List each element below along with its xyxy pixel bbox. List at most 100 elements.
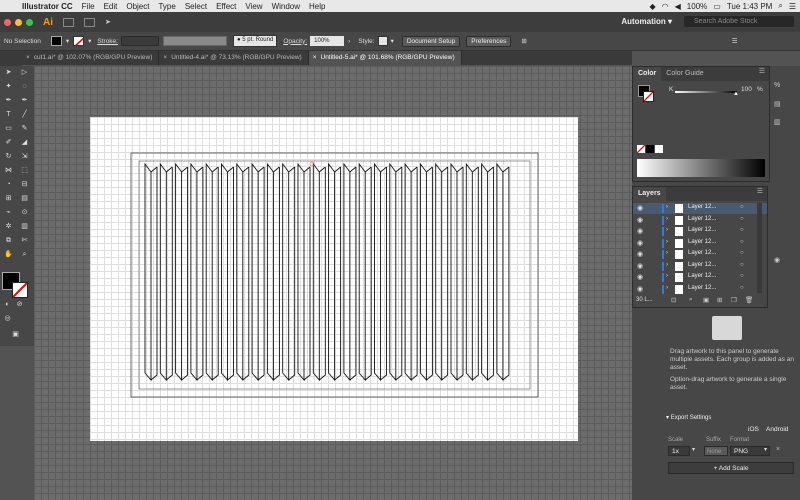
slat-shape[interactable]	[465, 162, 479, 382]
color-stroke-icon[interactable]	[643, 91, 654, 102]
opacity-field[interactable]: 100%	[310, 36, 345, 46]
tab-color-guide[interactable]: Color Guide	[661, 67, 708, 81]
search-layer-icon[interactable]: ⌕	[689, 296, 693, 304]
expand-arrow-icon[interactable]: ›	[666, 273, 668, 279]
layers-scrollbar[interactable]	[757, 203, 762, 293]
format-dropdown-icon[interactable]: ▾	[764, 446, 767, 453]
opacity-dropdown-icon[interactable]: ›	[348, 38, 350, 45]
perspective-grid-icon[interactable]: ⊟	[19, 180, 30, 189]
ios-button[interactable]: iOS	[748, 426, 759, 433]
slat-shape[interactable]	[297, 162, 311, 382]
color-spectrum[interactable]	[637, 159, 765, 177]
expand-arrow-icon[interactable]: ›	[666, 227, 668, 233]
slat-shape[interactable]	[266, 162, 280, 382]
delete-layer-icon[interactable]: 🗑	[745, 296, 753, 304]
slat-shape[interactable]	[419, 162, 433, 382]
visibility-eye-icon[interactable]: ◉	[637, 262, 643, 270]
slat-shape[interactable]	[404, 162, 418, 382]
visibility-eye-icon[interactable]: ◉	[637, 250, 643, 258]
layer-name[interactable]: Layer 12...	[688, 216, 716, 222]
slat-shape[interactable]	[190, 162, 204, 382]
tab-cut1[interactable]: × cut1.ai* @ 102.07% (RGB/GPU Preview)	[22, 51, 160, 65]
slat-shape[interactable]	[358, 162, 372, 382]
document-setup-button[interactable]: Document Setup	[401, 35, 461, 47]
scale-tool-icon[interactable]: ⇲	[19, 152, 30, 161]
graphic-style-swatch[interactable]	[377, 36, 388, 46]
arrange-documents-icon[interactable]	[84, 17, 95, 27]
eyedropper-icon[interactable]: ⌁	[3, 208, 14, 217]
menu-window[interactable]: Window	[272, 2, 300, 11]
opacity-label[interactable]: Opacity:	[283, 38, 307, 45]
fill-dropdown-icon[interactable]: ▾	[66, 37, 69, 45]
slat-shape[interactable]	[282, 162, 296, 382]
slat-shape[interactable]	[236, 162, 250, 382]
workspace-switcher[interactable]: Automation ▾	[621, 17, 672, 26]
layer-name[interactable]: Layer 12...	[688, 250, 716, 256]
android-button[interactable]: Android	[766, 426, 788, 433]
menu-file[interactable]: File	[82, 2, 95, 11]
shape-builder-icon[interactable]: ◔	[3, 180, 14, 189]
visibility-eye-icon[interactable]: ◉	[637, 239, 643, 247]
slat-shape[interactable]	[496, 162, 510, 382]
layers-menu-icon[interactable]: ☰	[757, 187, 763, 201]
stroke-label[interactable]: Stroke:	[97, 38, 118, 45]
layer-row[interactable]: ◉ › Layer 12... ○	[633, 261, 767, 272]
expand-arrow-icon[interactable]: ›	[666, 262, 668, 268]
library-icon[interactable]: ▥	[774, 118, 781, 126]
wifi-icon[interactable]: ◠	[662, 2, 669, 11]
target-circle-icon[interactable]: ○	[740, 216, 744, 222]
fill-swatch[interactable]	[50, 36, 62, 46]
expand-arrow-icon[interactable]: ›	[666, 216, 668, 222]
slat-shape[interactable]	[159, 162, 173, 382]
eraser-tool-icon[interactable]: ◢	[19, 138, 30, 147]
rotate-tool-icon[interactable]: ↻	[3, 152, 14, 161]
close-window-icon[interactable]	[4, 18, 11, 26]
stroke-dropdown-icon[interactable]: ▾	[88, 37, 91, 45]
notifications-icon[interactable]: ☰	[789, 2, 796, 11]
slat-shape[interactable]	[374, 162, 387, 382]
battery-icon[interactable]: ▭	[713, 2, 721, 11]
zoom-tool-icon[interactable]: ⌕	[19, 250, 30, 259]
expand-arrow-icon[interactable]: ›	[666, 285, 668, 291]
layer-row[interactable]: ◉ › Layer 12... ○	[633, 249, 767, 260]
canvas-area[interactable]	[34, 66, 632, 500]
expand-arrow-icon[interactable]: ›	[666, 239, 668, 245]
menu-object[interactable]: Object	[126, 2, 149, 11]
layer-name[interactable]: Layer 12...	[688, 204, 716, 210]
artboard[interactable]	[90, 117, 578, 441]
tab-untitled-5[interactable]: × Untitled-5.ai* @ 101.68% (RGB/GPU Previ…	[308, 51, 462, 65]
target-circle-icon[interactable]: ○	[740, 285, 744, 291]
new-sublayer-icon[interactable]: ⊞	[717, 296, 722, 304]
layer-name[interactable]: Layer 12...	[688, 227, 716, 233]
magic-wand-icon[interactable]: ✦	[3, 82, 14, 91]
direct-selection-tool-icon[interactable]: ▷	[19, 68, 30, 77]
curvature-tool-icon[interactable]: ✒	[19, 96, 30, 105]
slat-shape[interactable]	[343, 162, 357, 382]
stroke-weight-field[interactable]	[120, 36, 159, 46]
rectangle-tool-icon[interactable]: ▭	[3, 124, 14, 133]
visibility-eye-icon[interactable]: ◉	[637, 204, 643, 212]
slat-shape[interactable]	[251, 162, 265, 382]
remove-scale-icon[interactable]: ×	[776, 446, 780, 453]
export-settings-header[interactable]: ▾ Export Settings	[666, 414, 711, 421]
graph-tool-icon[interactable]: ▥	[19, 222, 30, 231]
layer-name[interactable]: Layer 12...	[688, 262, 716, 268]
layer-row[interactable]: ◉ › Layer 12... ○	[633, 226, 767, 237]
target-circle-icon[interactable]: ○	[740, 273, 744, 279]
slider-handle-icon[interactable]: ▲	[733, 91, 739, 97]
slat-shape[interactable]	[389, 162, 403, 382]
bridge-icon[interactable]	[63, 17, 74, 27]
type-tool-icon[interactable]: T	[3, 110, 14, 119]
layer-row[interactable]: ◉ › Layer 12... ○	[633, 284, 767, 295]
slat-shape[interactable]	[175, 162, 189, 382]
white-swatch[interactable]	[655, 145, 663, 153]
stock-search-input[interactable]: Search Adobe Stock	[684, 16, 794, 27]
new-layer-icon[interactable]: ❐	[731, 296, 737, 304]
lasso-icon[interactable]: ◌	[19, 82, 30, 91]
none-mode-icon[interactable]: ⊘	[14, 300, 25, 309]
zoom-window-icon[interactable]	[26, 18, 33, 26]
symbols-icon[interactable]: ◉	[774, 256, 780, 264]
slice-tool-icon[interactable]: ✄	[19, 236, 30, 245]
expand-arrow-icon[interactable]: ›	[666, 204, 668, 210]
brush-definition[interactable]: ● 5 pt. Round	[232, 35, 278, 47]
